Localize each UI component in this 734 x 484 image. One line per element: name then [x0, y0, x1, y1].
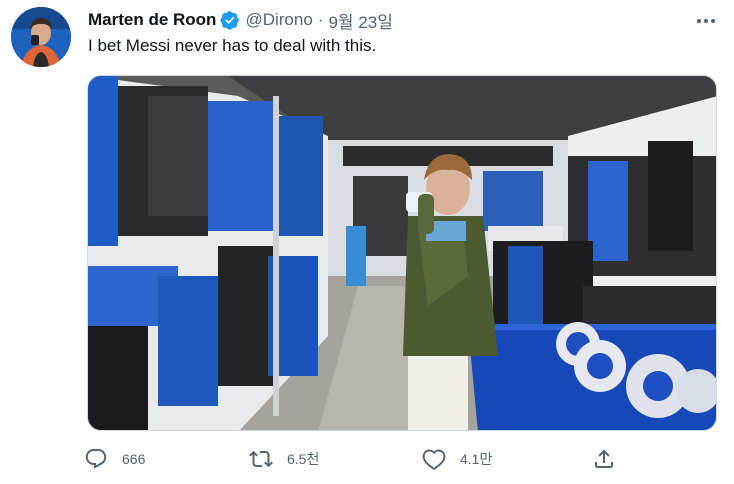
tweet-text: I bet Messi never has to deal with this. [88, 36, 377, 55]
more-horizontal-icon [696, 11, 716, 29]
retweet-icon [249, 447, 273, 471]
author-handle[interactable]: @Dirono [245, 10, 312, 30]
like-count: 4.1만 [460, 451, 493, 467]
tweet-header: Marten de Roon @Dirono · 9월 23일 [88, 8, 393, 32]
verified-badge-icon [220, 10, 240, 30]
retweet-count: 6.5천 [287, 451, 320, 467]
header-separator: · [317, 10, 324, 29]
like-button[interactable]: 4.1만 [422, 444, 492, 474]
video-frame [88, 76, 716, 430]
reply-icon [84, 447, 108, 471]
avatar-image [11, 7, 71, 67]
author-display-name[interactable]: Marten de Roon [88, 10, 216, 30]
retweet-button[interactable]: 6.5천 [249, 444, 319, 474]
author-avatar[interactable] [11, 7, 71, 67]
reply-button[interactable]: 666 [84, 444, 145, 474]
share-icon [592, 447, 616, 471]
tweet-timestamp[interactable]: 9월 23일 [328, 8, 392, 33]
tweet-action-bar: 666 6.5천 4.1만 [84, 444, 624, 474]
reply-count: 666 [122, 451, 146, 467]
share-button[interactable] [592, 444, 616, 474]
heart-icon [422, 447, 446, 471]
more-options-button[interactable] [694, 10, 718, 30]
tweet-media-video[interactable] [87, 75, 717, 431]
